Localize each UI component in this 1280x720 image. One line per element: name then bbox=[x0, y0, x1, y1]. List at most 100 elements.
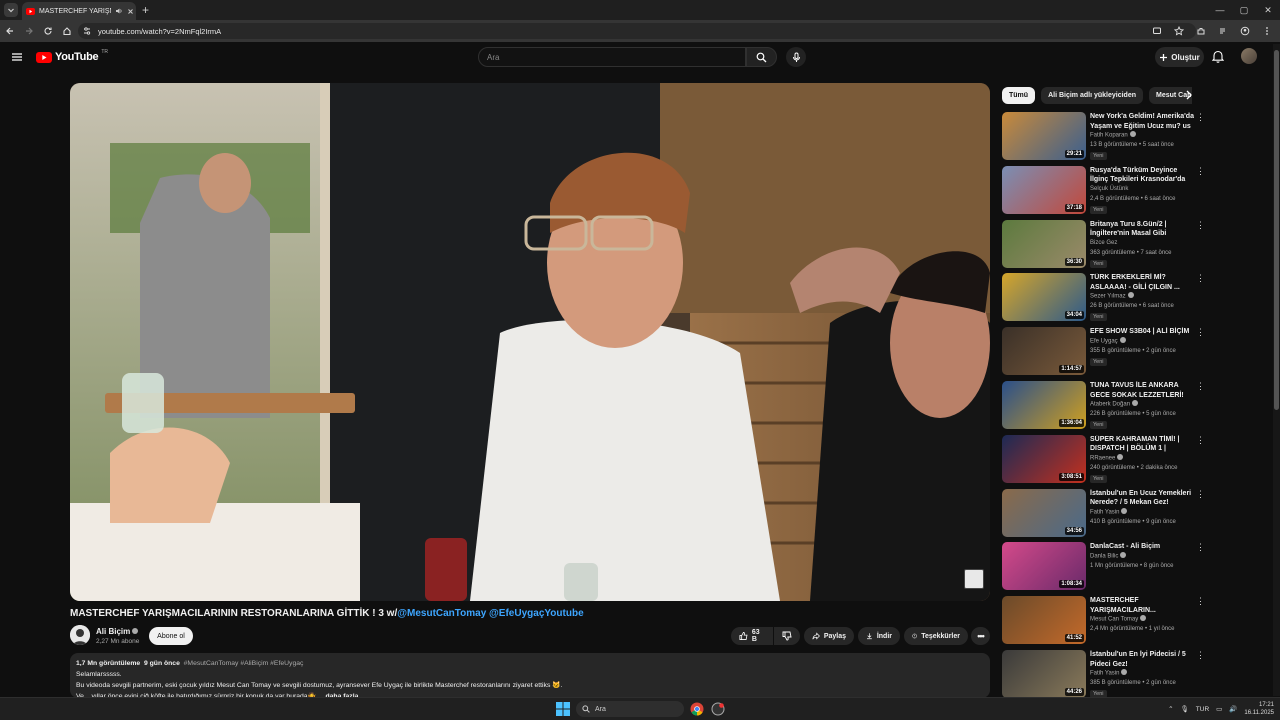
more-vertical-icon[interactable]: ⋮ bbox=[1196, 274, 1205, 283]
chevron-up-icon[interactable]: ⌃ bbox=[1168, 705, 1173, 713]
more-vertical-icon[interactable]: ⋮ bbox=[1196, 489, 1205, 498]
recommendation-channel[interactable]: RRaenee bbox=[1090, 453, 1124, 461]
minimize-icon[interactable]: — bbox=[1208, 0, 1232, 20]
recommendation-channel[interactable]: Bizce Gez bbox=[1090, 240, 1117, 246]
bookmark-star-icon[interactable] bbox=[1170, 22, 1188, 40]
recommendation-title[interactable]: TUNA TAVUS İLE ANKARA GECE SOKAK LEZZETL… bbox=[1090, 381, 1194, 400]
filter-chip[interactable]: Ali Biçim adlı yükleyiciden bbox=[1041, 87, 1143, 104]
back-icon[interactable] bbox=[1, 22, 19, 40]
recommendation-item[interactable]: 1:36:04 TUNA TAVUS İLE ANKARA GECE SOKAK … bbox=[1002, 381, 1205, 431]
subscribe-button[interactable]: Abone ol bbox=[149, 627, 193, 645]
recommendation-title[interactable]: Britanya Turu 8.Gün/2 | İngiltere'nin Ma… bbox=[1090, 220, 1194, 239]
media-control-icon[interactable] bbox=[1214, 22, 1232, 40]
taskbar-clock[interactable]: 17:21 16.11.2025 bbox=[1244, 701, 1274, 717]
recommendation-item[interactable]: 41:52 MASTERCHEF YARIŞMACILARIN... Mesut C… bbox=[1002, 596, 1205, 646]
maximize-icon[interactable]: ▢ bbox=[1232, 0, 1256, 20]
recommendation-item[interactable]: 29:21 New York'a Geldim! Amerika'da Yaşam… bbox=[1002, 112, 1205, 162]
recommendation-channel[interactable]: Fatih Yasin bbox=[1090, 507, 1128, 515]
more-vertical-icon[interactable]: ⋮ bbox=[1196, 220, 1205, 229]
address-bar[interactable]: youtube.com/watch?v=2NmFql2IrmA bbox=[78, 23, 1196, 39]
app-icon[interactable] bbox=[711, 702, 725, 716]
recommendation-item[interactable]: 3:08:51 SÜPER KAHRAMAN TİMİ! | DISPATCH |… bbox=[1002, 434, 1205, 485]
more-vertical-icon[interactable]: ⋮ bbox=[1196, 543, 1205, 552]
recommendation-item[interactable]: 44:26 İstanbul'un En İyi Pidecisi / 5 Pid… bbox=[1002, 650, 1205, 700]
cast-icon[interactable] bbox=[1148, 22, 1166, 40]
browser-tab-active[interactable]: MASTERCHEF YARIŞMACILARI... bbox=[22, 2, 136, 20]
voice-search-button[interactable] bbox=[786, 47, 806, 67]
share-button[interactable]: Paylaş bbox=[804, 627, 854, 645]
recommendation-item[interactable]: 1:08:34 DanlaCast - Ali Biçim Danla Bilic 1… bbox=[1002, 542, 1205, 592]
profile-icon[interactable] bbox=[1236, 22, 1254, 40]
recommendation-item[interactable]: 1:14:57 EFE SHOW S3B04 | ALİ BİÇİM Efe Uyg… bbox=[1002, 327, 1205, 377]
video-thumbnail[interactable]: 44:26 bbox=[1002, 650, 1086, 698]
title-mentions-link[interactable]: @MesutCanTomay @EfeUygaçYoutube bbox=[397, 608, 583, 619]
recommendation-title[interactable]: İstanbul'un En İyi Pidecisi / 5 Pideci G… bbox=[1090, 650, 1194, 669]
account-avatar[interactable] bbox=[1241, 48, 1257, 64]
video-thumbnail[interactable]: 34:04 bbox=[1002, 273, 1086, 322]
description-box[interactable]: 1,7 Mn görüntüleme 9 gün önce #MesutCanT… bbox=[70, 653, 990, 700]
close-window-icon[interactable]: ✕ bbox=[1256, 0, 1280, 20]
recommendation-title[interactable]: MASTERCHEF YARIŞMACILARIN... bbox=[1090, 596, 1194, 615]
chrome-icon[interactable] bbox=[690, 702, 704, 716]
input-language[interactable]: TUR bbox=[1196, 706, 1209, 713]
windows-start-icon[interactable] bbox=[556, 702, 570, 716]
recommendation-channel[interactable]: Fatih Koparan bbox=[1090, 131, 1136, 139]
recommendation-title[interactable]: EFE SHOW S3B04 | ALİ BİÇİM bbox=[1090, 327, 1194, 337]
video-thumbnail[interactable]: 41:52 bbox=[1002, 596, 1086, 645]
volume-icon[interactable]: 🔊 bbox=[1229, 705, 1237, 713]
video-thumbnail[interactable]: 3:08:51 bbox=[1002, 434, 1086, 483]
description-hashtags[interactable]: #MesutCanTomay #AliBiçim #EfeUygaç bbox=[184, 660, 304, 667]
dislike-button[interactable] bbox=[774, 627, 800, 645]
recommendation-title[interactable]: TÜRK ERKEKLERİ Mİ? ASLAAAA! - GİLİ ÇILGI… bbox=[1090, 273, 1194, 292]
close-tab-icon[interactable] bbox=[127, 8, 134, 15]
forward-icon[interactable] bbox=[20, 22, 38, 40]
recommendation-item[interactable]: 34:04 TÜRK ERKEKLERİ Mİ? ASLAAAA! - GİLİ … bbox=[1002, 273, 1205, 323]
create-button[interactable]: Oluştur bbox=[1155, 47, 1204, 67]
filter-chip[interactable]: Tümü bbox=[1002, 87, 1036, 104]
youtube-logo[interactable]: YouTube TR bbox=[36, 49, 108, 63]
video-thumbnail[interactable]: 36:30 bbox=[1002, 219, 1086, 268]
site-info-icon[interactable] bbox=[82, 26, 92, 36]
microphone-tray-icon[interactable]: 🎙 bbox=[1181, 705, 1189, 713]
more-vertical-icon[interactable]: ⋮ bbox=[1196, 382, 1205, 391]
video-thumbnail[interactable]: 1:36:04 bbox=[1002, 381, 1086, 429]
more-vertical-icon[interactable]: ⋮ bbox=[1196, 597, 1205, 606]
recommendation-item[interactable]: 37:18 Rusya'da Türküm Deyince İlginç Tepk… bbox=[1002, 165, 1205, 216]
search-input[interactable] bbox=[487, 52, 745, 62]
notifications-bell-icon[interactable] bbox=[1212, 49, 1224, 63]
recommendation-channel[interactable]: Fatih Yasin bbox=[1090, 669, 1128, 677]
recommendation-channel[interactable]: Danla Bilic bbox=[1090, 552, 1127, 560]
hamburger-menu-icon[interactable] bbox=[11, 51, 23, 63]
recommendation-channel[interactable]: Selçuk Üstünk bbox=[1090, 186, 1128, 192]
video-thumbnail[interactable]: 1:14:57 bbox=[1002, 327, 1086, 376]
recommendation-item[interactable]: 34:56 İstanbul'un En Ucuz Yemekleri Nered… bbox=[1002, 488, 1205, 539]
channel-avatar[interactable] bbox=[70, 625, 90, 645]
recommendation-title[interactable]: New York'a Geldim! Amerika'da Yaşam ve E… bbox=[1090, 112, 1194, 131]
recommendation-title[interactable]: İstanbul'un En Ucuz Yemekleri Nerede? / … bbox=[1090, 489, 1194, 508]
video-thumbnail[interactable]: 29:21 bbox=[1002, 112, 1086, 160]
download-button[interactable]: İndir bbox=[858, 627, 900, 645]
recommendation-title[interactable]: DanlaCast - Ali Biçim bbox=[1090, 542, 1194, 552]
more-vertical-icon[interactable]: ⋮ bbox=[1196, 166, 1205, 175]
chevron-right-icon[interactable] bbox=[1184, 88, 1194, 102]
more-vertical-icon[interactable]: ⋮ bbox=[1196, 435, 1205, 444]
taskbar-search[interactable]: Ara bbox=[576, 701, 684, 717]
recommendation-channel[interactable]: Efe Uygaç bbox=[1090, 337, 1126, 345]
channel-watermark[interactable] bbox=[964, 569, 984, 589]
network-icon[interactable]: ▭ bbox=[1216, 705, 1222, 713]
like-button[interactable]: 63 B bbox=[731, 627, 773, 645]
video-player[interactable] bbox=[70, 83, 990, 601]
new-tab-button[interactable]: + bbox=[142, 3, 149, 17]
recommendation-item[interactable]: 36:30 Britanya Turu 8.Gün/2 | İngiltere'n… bbox=[1002, 219, 1205, 270]
more-vertical-icon[interactable]: ⋮ bbox=[1196, 113, 1205, 122]
video-thumbnail[interactable]: 37:18 bbox=[1002, 165, 1086, 214]
speaker-icon[interactable] bbox=[115, 7, 123, 15]
recommendation-title[interactable]: SÜPER KAHRAMAN TİMİ! | DISPATCH | BÖLÜM … bbox=[1090, 435, 1194, 454]
recommendation-channel[interactable]: Mesut Can Tomay bbox=[1090, 615, 1147, 623]
recommendation-channel[interactable]: Sezer Yılmaz bbox=[1090, 292, 1134, 300]
more-vertical-icon[interactable]: ⋮ bbox=[1196, 651, 1205, 660]
extensions-icon[interactable] bbox=[1192, 22, 1210, 40]
video-thumbnail[interactable]: 1:08:34 bbox=[1002, 542, 1086, 591]
browser-menu-icon[interactable] bbox=[1258, 22, 1276, 40]
scrollbar-thumb[interactable] bbox=[1274, 50, 1279, 410]
